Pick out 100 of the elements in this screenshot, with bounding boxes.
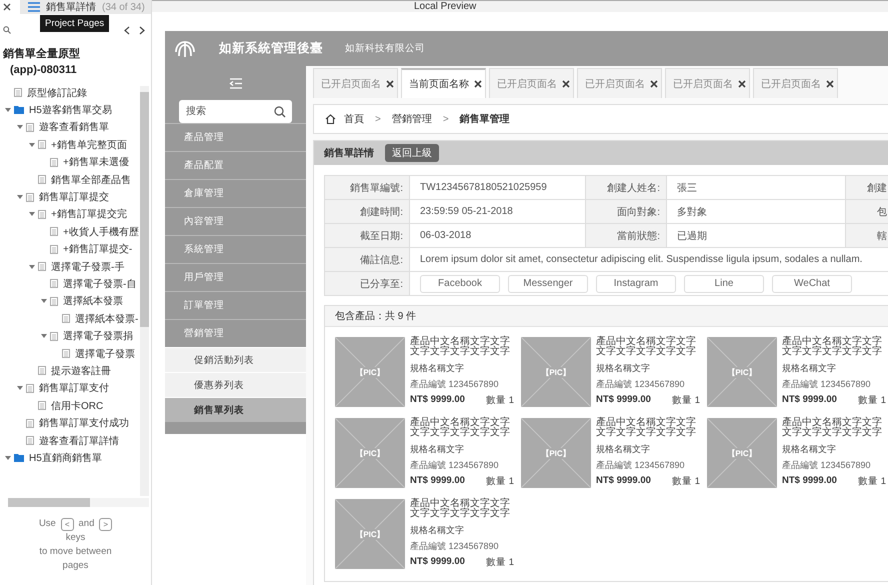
horizontal-scrollbar[interactable] (8, 498, 149, 507)
field-label: 已分享至: (325, 272, 410, 296)
current-page-tab[interactable]: 銷售單詳情 (34 of 34) (20, 0, 151, 14)
page-icon (50, 296, 58, 306)
key-hint: > (99, 518, 112, 530)
expanded-arrow-icon[interactable] (17, 194, 23, 200)
page-icon (26, 122, 34, 132)
tree-item[interactable]: 選擇紙本發票- (75, 312, 138, 326)
tree-item[interactable]: +銷售訂單提交完 (51, 207, 127, 222)
vertical-scrollbar[interactable] (140, 86, 149, 496)
search-icon[interactable] (274, 106, 286, 118)
previous-page-icon[interactable] (124, 26, 130, 34)
close-icon[interactable] (650, 80, 658, 88)
close-icon[interactable] (562, 80, 570, 88)
product-price: NT$ 9999.00 (410, 475, 465, 488)
tab-label: 已开启页面名 (673, 78, 733, 90)
tree-item[interactable]: 遊客查看訂單詳情 (39, 434, 119, 448)
tree-item[interactable]: 提示遊客註冊 (51, 364, 111, 378)
close-icon[interactable] (3, 3, 11, 11)
product-price: NT$ 9999.00 (410, 556, 465, 569)
product-name: 產品中文名稱文字文字文字文字文字文字文字 (596, 418, 697, 438)
field-label: 創建時間: (325, 200, 410, 224)
submenu-item[interactable]: 銷售單列表 (165, 397, 306, 422)
product-spec: 規格名稱文字 (410, 443, 465, 456)
tab-label: 已开启页面名 (761, 78, 821, 90)
tree-item[interactable]: 選擇紙本發票 (63, 294, 123, 308)
breadcrumb-link[interactable]: 營銷管理 (392, 112, 432, 126)
tree-item[interactable]: H5直銷商銷售單 (29, 450, 102, 465)
share-button[interactable]: WeChat (772, 274, 852, 292)
field-label: 創建 (846, 176, 888, 200)
tab-label: 已开启页面名 (585, 78, 645, 90)
search-field[interactable]: 搜索 (179, 100, 292, 123)
home-icon[interactable] (325, 114, 336, 124)
help-text: Use (38, 517, 56, 531)
back-button[interactable]: 返回上級 (385, 144, 439, 162)
close-icon[interactable] (474, 80, 482, 88)
expanded-arrow-icon[interactable] (41, 298, 47, 304)
tree-item[interactable]: 信用卡ORC (51, 398, 104, 413)
product-price: NT$ 9999.00 (596, 475, 651, 488)
expanded-arrow-icon[interactable] (5, 107, 11, 114)
product-price: NT$ 9999.00 (782, 475, 837, 488)
share-button[interactable]: Messenger (508, 274, 588, 292)
page-count: (34 of 34) (102, 2, 145, 12)
tree-item[interactable]: 選擇電子發票-手 (51, 260, 124, 274)
logo-icon (175, 40, 195, 58)
tree-item[interactable]: 銷售單訂單提交 (39, 190, 109, 204)
products-count: 包含產品：共 9 件 (335, 310, 416, 323)
share-button[interactable]: Facebook (420, 274, 500, 292)
tree-item[interactable]: +銷售訂單提交- (63, 242, 132, 256)
expanded-arrow-icon[interactable] (17, 385, 23, 392)
page-icon (50, 279, 58, 288)
page-icon (50, 227, 58, 236)
product-name: 產品中文名稱文字文字文字文字文字文字文字 (410, 499, 511, 519)
submenu-item[interactable]: 促銷活動列表 (165, 347, 306, 372)
tree-item[interactable]: 銷售單訂單支付 (39, 381, 109, 396)
tree-item[interactable]: +收貨人手機有歷 (63, 224, 139, 239)
expanded-arrow-icon[interactable] (17, 124, 23, 130)
tree-item[interactable]: +銷售單未選優 (63, 155, 129, 170)
product-quantity: 數量 1 (858, 394, 886, 407)
submenu-item[interactable]: 優惠券列表 (165, 372, 306, 397)
field-label: 銷售單編號: (325, 176, 410, 200)
key-hint: < (60, 518, 74, 530)
preview-title: Local Preview (414, 1, 476, 12)
product-code: 產品編號 1234567890 (782, 378, 872, 391)
expanded-arrow-icon[interactable] (29, 211, 35, 218)
tree-item[interactable]: 選擇電子發票捐 (63, 329, 133, 344)
page-icon (38, 366, 46, 376)
tree-item[interactable]: 銷售單訂單支付成功 (39, 416, 129, 430)
expanded-arrow-icon[interactable] (5, 454, 11, 461)
product-quantity: 數量 1 (672, 394, 700, 407)
search-icon[interactable] (3, 26, 11, 34)
company-name: 如新科技有限公司 (345, 42, 425, 55)
collapse-menu-icon[interactable] (228, 78, 242, 88)
field-label: 截至日期: (325, 224, 410, 248)
expanded-arrow-icon[interactable] (41, 333, 47, 340)
tree-item[interactable]: H5遊客銷售單交易 (29, 103, 112, 118)
menu-icon[interactable] (28, 2, 40, 12)
tree-item[interactable]: 選擇電子發票 (75, 346, 135, 361)
tree-item[interactable]: 選擇電子發票-自 (63, 276, 136, 291)
product-quantity: 數量 1 (486, 556, 514, 569)
share-button[interactable]: Instagram (596, 274, 676, 292)
tree-item[interactable]: 原型修訂記錄 (27, 86, 87, 100)
breadcrumb-link[interactable]: 首頁 (344, 112, 364, 126)
expanded-arrow-icon[interactable] (29, 264, 35, 270)
tree-item[interactable]: +銷售单完整页面 (51, 138, 127, 152)
close-icon[interactable] (386, 80, 394, 88)
tree-item[interactable]: 遊客查看銷售單 (39, 120, 109, 134)
page-tab[interactable]: 当前页面名称 (401, 68, 486, 98)
tree-item[interactable]: 銷售單全部產品售 (51, 172, 131, 187)
close-icon[interactable] (826, 80, 834, 88)
expanded-arrow-icon[interactable] (29, 142, 35, 148)
current-page-title: 銷售單詳情 (46, 0, 96, 14)
breadcrumb-separator: > (375, 114, 381, 124)
close-icon[interactable] (738, 80, 746, 88)
project-subtitle: (app)-080311 (9, 63, 78, 78)
product-spec: 規格名稱文字 (782, 443, 837, 456)
page-icon (62, 314, 70, 324)
page-icon (26, 436, 34, 445)
next-page-icon[interactable] (139, 26, 145, 34)
share-button[interactable]: Line (684, 274, 764, 292)
